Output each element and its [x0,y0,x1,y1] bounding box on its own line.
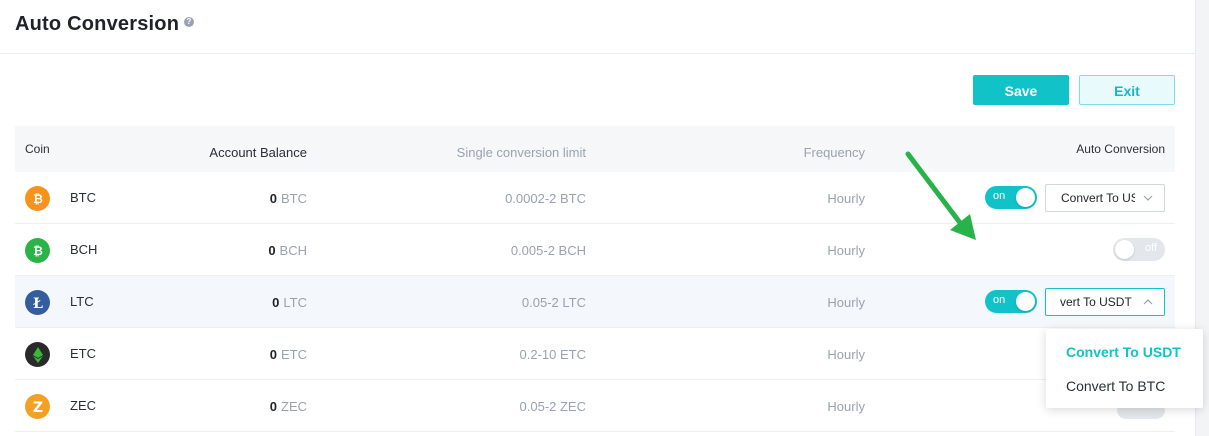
auto-conversion-page: Auto Conversion ? Save Exit Coin Account… [0,0,1209,436]
zec-coin-icon: Z [25,394,50,419]
chevron-down-icon [1143,195,1153,201]
conversion-target-dropdown: Convert To USDT Convert To BTC [1046,329,1203,408]
svg-text:Z: Z [32,400,42,415]
table-row: Ł LTC 0 LTC 0.05-2 LTC Hourly on vert To … [15,276,1175,328]
table-header: Coin Account Balance Single conversion l… [15,126,1175,172]
auto-conversion-toggle[interactable]: on [985,186,1037,209]
etc-coin-icon [25,342,50,367]
btc-coin-icon: ₿ [25,186,50,211]
frequency: Hourly [827,243,865,258]
svg-text:₿: ₿ [33,192,43,206]
svg-text:Ł: Ł [33,296,43,310]
table-row: Z ZEC 0 ZEC 0.05-2 ZEC Hourly [15,380,1175,432]
table-row: ₿ BCH 0 BCH 0.005-2 BCH Hourly off [15,224,1175,276]
ltc-coin-icon: Ł [25,290,50,315]
conversion-limit: 0.05-2 LTC [521,295,586,310]
frequency: Hourly [827,399,865,414]
column-header-limit: Single conversion limit [456,145,586,160]
toggle-knob [1115,240,1134,259]
toggle-knob [1016,292,1035,311]
account-balance: 0 ETC [269,347,307,362]
frequency: Hourly [827,191,865,206]
auto-conversion-toggle[interactable]: on [985,290,1037,313]
coin-name: ZEC [70,398,96,413]
coin-name: ETC [70,346,96,361]
dropdown-option-usdt[interactable]: Convert To USDT [1066,344,1181,360]
account-balance: 0 BTC [269,191,307,206]
exit-button[interactable]: Exit [1079,75,1175,105]
page-title: Auto Conversion [15,13,180,35]
account-balance: 0 BCH [268,243,307,258]
column-header-frequency: Frequency [803,145,865,160]
toggle-knob [1016,188,1035,207]
conversion-limit: 0.0002-2 BTC [505,191,586,206]
conversion-target-select[interactable]: vert To USDT [1045,288,1165,316]
coin-name: LTC [70,294,94,309]
table-row: ₿ BTC 0 BTC 0.0002-2 BTC Hourly on Conver… [15,172,1175,224]
svg-text:₿: ₿ [33,244,43,258]
save-button[interactable]: Save [973,75,1069,105]
account-balance: 0 ZEC [269,399,307,414]
column-header-auto-conversion: Auto Conversion [1076,142,1165,156]
coin-name: BTC [70,190,96,205]
frequency: Hourly [827,295,865,310]
conversion-limit: 0.005-2 BCH [510,243,586,258]
conversion-limit: 0.2-10 ETC [519,347,586,362]
table-row: ETC 0 ETC 0.2-10 ETC Hourly [15,328,1175,380]
auto-conversion-toggle[interactable]: off [1113,238,1165,261]
coin-table: Coin Account Balance Single conversion l… [15,126,1175,432]
conversion-limit: 0.05-2 ZEC [519,399,586,414]
conversion-target-select[interactable]: Convert To US [1045,184,1165,212]
account-balance: 0 LTC [272,295,307,310]
dropdown-option-btc[interactable]: Convert To BTC [1066,378,1165,394]
column-header-balance: Account Balance [209,145,307,160]
coin-name: BCH [70,242,98,257]
frequency: Hourly [827,347,865,362]
green-arrow-icon [905,151,976,240]
column-header-coin: Coin [25,142,50,156]
chevron-up-icon [1143,299,1153,305]
bch-coin-icon: ₿ [25,238,50,263]
page-header: Auto Conversion ? [0,0,1195,54]
question-icon[interactable]: ? [184,17,194,27]
